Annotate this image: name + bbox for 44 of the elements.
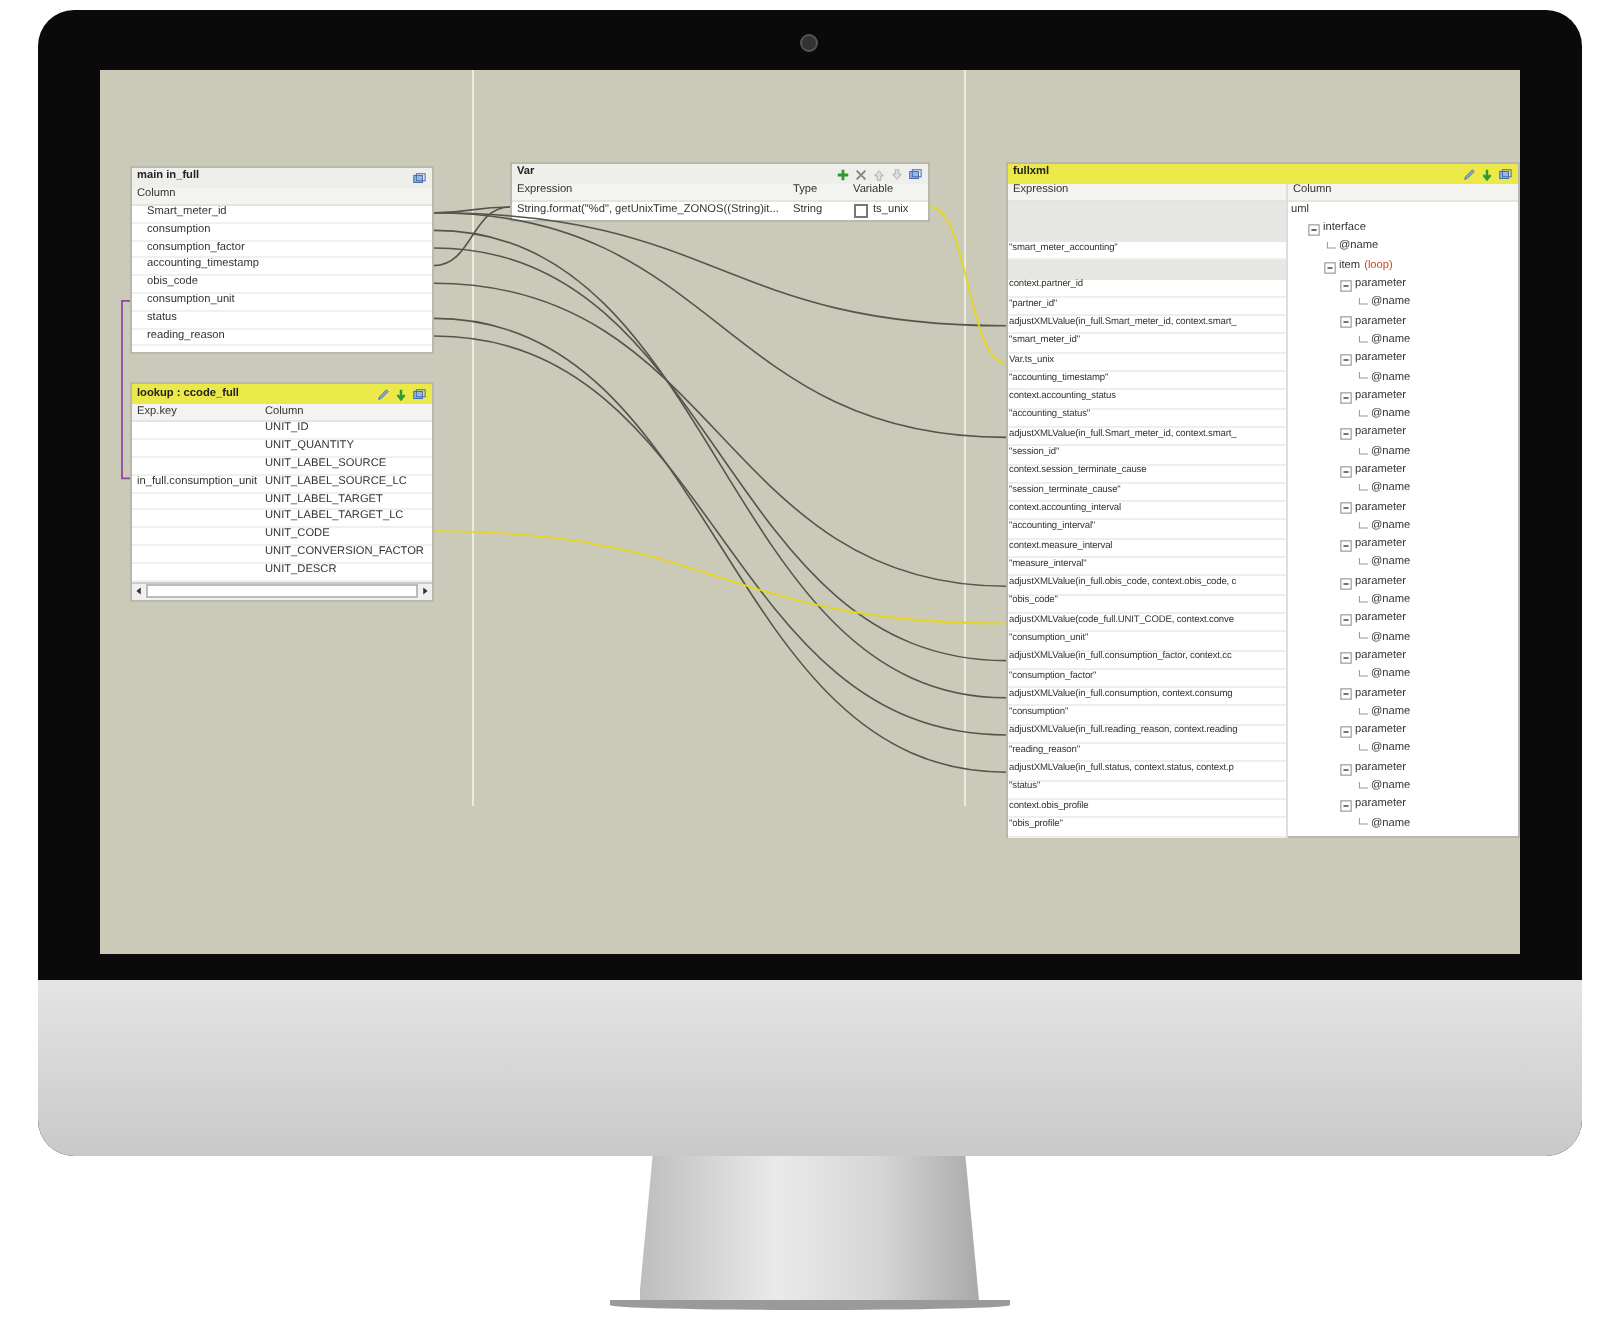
tree-branch-icon	[1355, 335, 1367, 348]
pencil-icon[interactable]	[375, 387, 389, 402]
tree-toggle-icon[interactable]	[1339, 539, 1351, 552]
window-icon[interactable]	[907, 167, 921, 181]
tree-toggle-icon[interactable]	[1339, 465, 1351, 478]
tree-toggle-icon[interactable]	[1339, 725, 1351, 738]
tree-branch-icon	[1355, 707, 1367, 720]
tree-branch-icon	[1355, 521, 1367, 534]
tree-branch-icon	[1355, 595, 1367, 608]
window-icon[interactable]	[411, 171, 425, 185]
tree-branch-icon	[1355, 670, 1367, 683]
tree-branch-icon	[1355, 298, 1367, 311]
checkbox[interactable]	[853, 204, 867, 218]
window-icon[interactable]	[411, 387, 425, 402]
tree-toggle-icon[interactable]	[1339, 354, 1351, 367]
tree-branch-icon	[1355, 409, 1367, 422]
tree-branch-icon	[1355, 632, 1367, 645]
tree-toggle-icon[interactable]	[1339, 502, 1351, 515]
arrow-icon[interactable]	[1479, 167, 1493, 181]
tree-toggle-icon[interactable]	[1339, 651, 1351, 664]
tree-branch-icon	[1355, 484, 1367, 497]
delete-icon[interactable]	[853, 167, 867, 181]
tree-branch-icon	[1323, 242, 1335, 255]
tree-toggle-icon[interactable]	[1339, 577, 1351, 590]
window-icon[interactable]	[1497, 167, 1511, 181]
arrow-icon[interactable]	[393, 387, 407, 402]
tree-toggle-icon[interactable]	[1339, 614, 1351, 627]
tree-branch-icon	[1355, 372, 1367, 385]
tree-toggle-icon[interactable]	[1339, 391, 1351, 404]
tree-toggle-icon[interactable]	[1339, 428, 1351, 441]
tree-toggle-icon[interactable]	[1339, 279, 1351, 292]
tree-branch-icon	[1355, 781, 1367, 794]
tree-branch-icon	[1355, 447, 1367, 459]
plus-icon[interactable]	[835, 167, 849, 181]
tree-toggle-icon[interactable]	[1339, 763, 1351, 776]
tree-branch-icon	[1355, 744, 1367, 757]
tree-toggle-icon[interactable]	[1339, 688, 1351, 701]
camera-icon	[799, 34, 817, 52]
tree-toggle-icon[interactable]	[1339, 316, 1351, 329]
tree-toggle-icon[interactable]	[1323, 261, 1335, 274]
tree-toggle-icon[interactable]	[1339, 800, 1351, 813]
tree-branch-icon	[1355, 558, 1367, 571]
tree-branch-icon	[1355, 818, 1367, 831]
tree-toggle-icon[interactable]	[1307, 223, 1319, 236]
